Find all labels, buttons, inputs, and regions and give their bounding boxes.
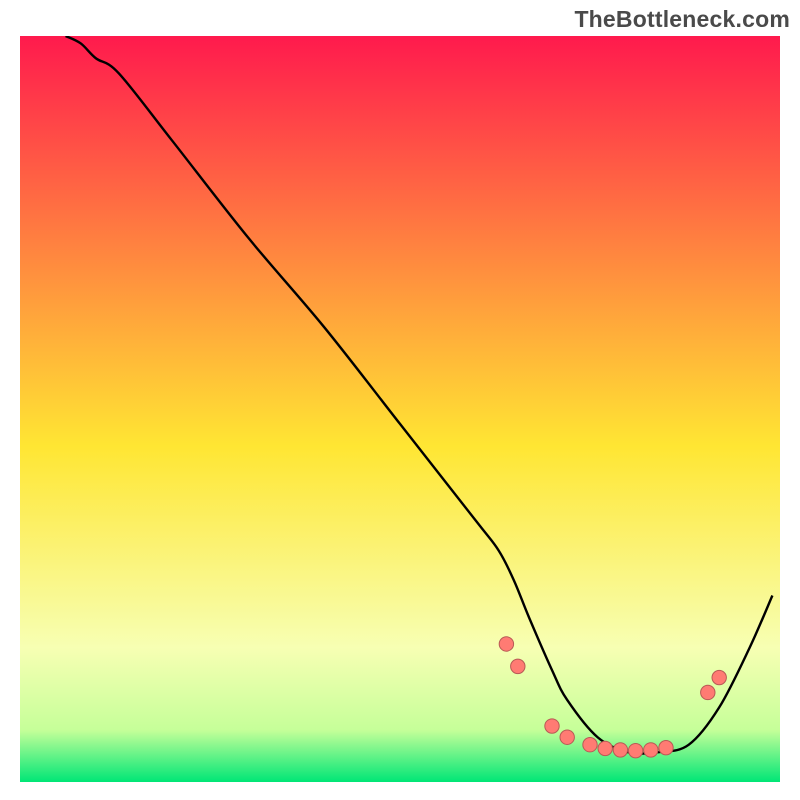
chart-svg (0, 0, 800, 800)
marker-dot (628, 743, 642, 757)
marker-dot (560, 730, 574, 744)
marker-dot (613, 743, 627, 757)
chart-container: TheBottleneck.com (0, 0, 800, 800)
marker-dot (644, 743, 658, 757)
marker-dot (583, 738, 597, 752)
marker-dot (598, 741, 612, 755)
marker-dot (499, 637, 513, 651)
plot-background (20, 36, 780, 782)
marker-dot (545, 719, 559, 733)
watermark-text: TheBottleneck.com (574, 6, 790, 33)
marker-dot (701, 685, 715, 699)
marker-dot (712, 670, 726, 684)
marker-dot (659, 740, 673, 754)
marker-dot (511, 659, 525, 673)
